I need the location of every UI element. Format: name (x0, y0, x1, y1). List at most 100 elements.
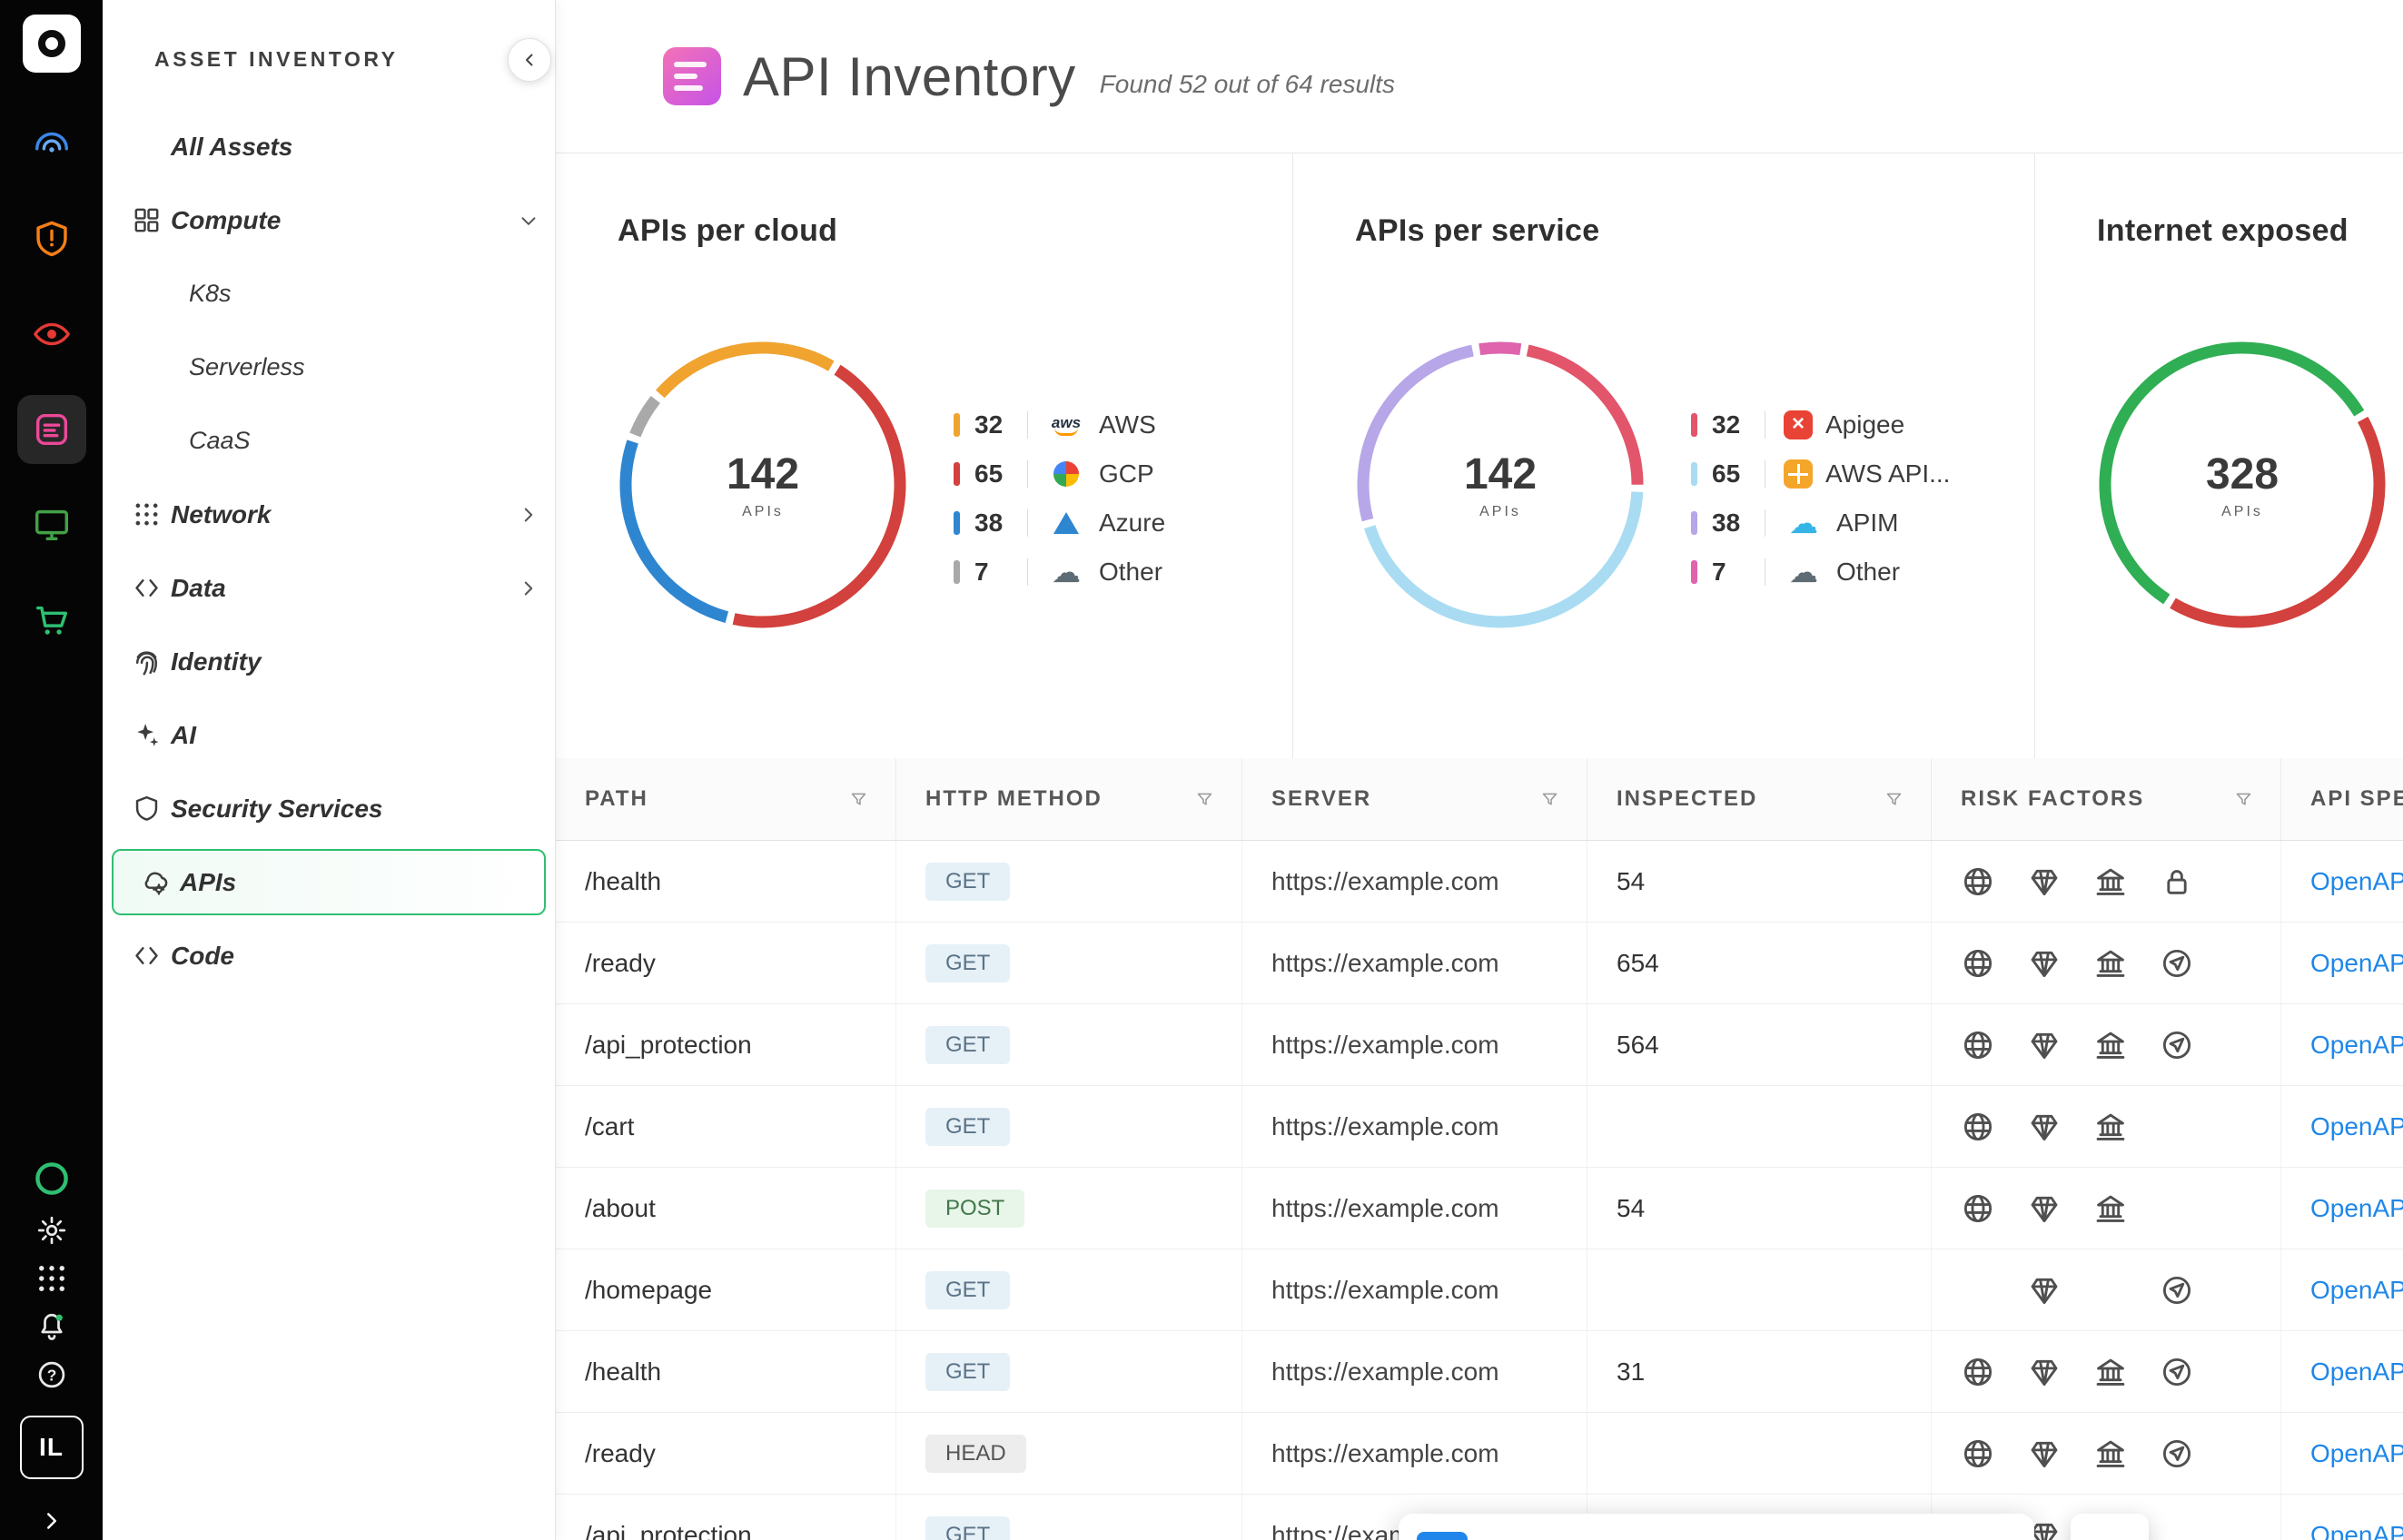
building-risk-icon[interactable] (2093, 1436, 2160, 1471)
radar-icon[interactable] (17, 109, 86, 178)
legend-item[interactable]: 65GCP (954, 449, 1165, 499)
bell-icon[interactable] (35, 1310, 68, 1343)
globe-risk-icon[interactable] (1961, 864, 2027, 899)
risk-factors-cell (1931, 1168, 2280, 1249)
building-risk-icon[interactable] (2093, 864, 2160, 899)
chevron-right-icon[interactable] (517, 577, 540, 600)
page-button-active[interactable]: 1 (1417, 1532, 1468, 1540)
help-icon[interactable]: ? (35, 1358, 68, 1391)
page-size-select[interactable] (2071, 1514, 2149, 1540)
sidebar-item-apis[interactable]: APIs (112, 849, 546, 915)
legend-color-tick (1691, 511, 1697, 535)
legend-item[interactable]: 7Other (954, 548, 1165, 597)
send-risk-icon[interactable] (2160, 946, 2226, 981)
sidebar-item-serverless[interactable]: Serverless (103, 331, 555, 404)
api-spec-link[interactable]: OpenAPI (2310, 1031, 2403, 1060)
expand-rail-chevron-icon[interactable] (38, 1507, 65, 1535)
gem-risk-icon[interactable] (2027, 1355, 2093, 1389)
api-spec-link[interactable]: OpenAPI (2310, 1357, 2403, 1387)
dots-icon (132, 499, 163, 529)
table-row[interactable]: /homepageGEThttps://example.comOpenAPI (556, 1249, 2403, 1331)
chart-title: APIs per cloud (618, 213, 1292, 249)
legend-item[interactable]: 65AWS API... (1691, 449, 1950, 499)
page-button[interactable]: … (1602, 1532, 1653, 1540)
sidebar-item-caas[interactable]: CaaS (103, 404, 555, 478)
gem-risk-icon[interactable] (2027, 946, 2093, 981)
send-risk-icon[interactable] (2160, 1028, 2226, 1062)
table-row[interactable]: /aboutPOSThttps://example.com54OpenAPI (556, 1168, 2403, 1249)
globe-risk-icon[interactable] (1961, 946, 2027, 981)
filter-funnel-icon[interactable] (849, 790, 868, 809)
send-risk-icon[interactable] (2160, 1355, 2226, 1389)
shield-icon[interactable] (17, 204, 86, 273)
gem-risk-icon[interactable] (2027, 1273, 2093, 1308)
table-row[interactable]: /cartGEThttps://example.comOpenAPI (556, 1086, 2403, 1168)
legend-item[interactable]: 38Azure (954, 499, 1165, 548)
api-spec-link[interactable]: OpenAPI (2310, 1439, 2403, 1468)
legend-item[interactable]: 32Apigee (1691, 400, 1950, 449)
send-risk-icon[interactable] (2160, 1273, 2226, 1308)
sidebar-item-network[interactable]: Network (103, 478, 555, 551)
gem-risk-icon[interactable] (2027, 1436, 2093, 1471)
building-risk-icon[interactable] (2093, 1191, 2160, 1226)
sidebar-item-security-services[interactable]: Security Services (103, 772, 555, 845)
api-doc-icon[interactable] (17, 395, 86, 464)
api-table: PATHHTTP METHODSERVERINSPECTEDRISK FACTO… (556, 758, 2403, 1540)
sidebar-item-code[interactable]: Code (103, 919, 555, 992)
gem-risk-icon[interactable] (2027, 1191, 2093, 1226)
gem-risk-icon[interactable] (2027, 1110, 2093, 1144)
chevron-right-icon[interactable] (517, 503, 540, 527)
legend-item[interactable]: 32awsAWS (954, 400, 1165, 449)
building-risk-icon[interactable] (2093, 1355, 2160, 1389)
apps-grid-icon[interactable] (35, 1262, 68, 1295)
page-button[interactable]: 2 (1478, 1532, 1529, 1540)
building-risk-icon[interactable] (2093, 1028, 2160, 1062)
orca-logo[interactable] (23, 15, 81, 73)
collapse-sidebar-button[interactable] (508, 38, 551, 82)
lock-risk-icon[interactable] (2160, 864, 2226, 899)
globe-risk-icon[interactable] (1961, 1436, 2027, 1471)
chart-card: Internet exposed 328 APIs (2034, 153, 2403, 758)
sidebar-item-k8s[interactable]: K8s (103, 257, 555, 331)
table-row[interactable]: /healthGEThttps://example.com31OpenAPI (556, 1331, 2403, 1413)
api-spec-link[interactable]: OpenAPI (2310, 1521, 2403, 1540)
user-initials-button[interactable]: IL (20, 1416, 84, 1479)
legend-item[interactable]: 38APIM (1691, 499, 1950, 548)
filter-funnel-icon[interactable] (1195, 790, 1214, 809)
api-spec-link[interactable]: OpenAPI (2310, 867, 2403, 896)
globe-risk-icon[interactable] (1961, 1355, 2027, 1389)
globe-risk-icon[interactable] (1961, 1191, 2027, 1226)
globe-risk-icon[interactable] (1961, 1028, 2027, 1062)
gem-risk-icon[interactable] (2027, 1028, 2093, 1062)
sidebar-item-ai[interactable]: AI (103, 698, 555, 772)
filter-funnel-icon[interactable] (1884, 790, 1904, 809)
building-risk-icon[interactable] (2093, 946, 2160, 981)
legend-item[interactable]: 7Other (1691, 548, 1950, 597)
filter-funnel-icon[interactable] (2234, 790, 2253, 809)
send-risk-icon[interactable] (2160, 1436, 2226, 1471)
table-row[interactable]: /readyGEThttps://example.com654OpenAPI (556, 923, 2403, 1004)
monitor-icon[interactable] (17, 490, 86, 559)
page-button[interactable]: 3 (1540, 1532, 1591, 1540)
sidebar-item-data[interactable]: Data (103, 551, 555, 625)
sidebar-item-compute[interactable]: Compute (103, 183, 555, 257)
api-spec-link[interactable]: OpenAPI (2310, 949, 2403, 978)
sidebar-item-all-assets[interactable]: All Assets (103, 110, 555, 183)
orca-ring-icon[interactable] (32, 1159, 72, 1199)
api-spec-link[interactable]: OpenAPI (2310, 1276, 2403, 1305)
api-spec-link[interactable]: OpenAPI (2310, 1112, 2403, 1141)
table-row[interactable]: /readyHEADhttps://example.comOpenAPI (556, 1413, 2403, 1495)
cart-icon[interactable] (17, 586, 86, 655)
gem-risk-icon[interactable] (2027, 864, 2093, 899)
table-row[interactable]: /healthGEThttps://example.com54OpenAPI (556, 841, 2403, 923)
gear-icon[interactable] (35, 1214, 68, 1247)
table-row[interactable]: /api_protectionGEThttps://example.com564… (556, 1004, 2403, 1086)
filter-funnel-icon[interactable] (1540, 790, 1559, 809)
api-spec-link[interactable]: OpenAPI (2310, 1194, 2403, 1223)
building-risk-icon[interactable] (2093, 1110, 2160, 1144)
eye-icon[interactable] (17, 300, 86, 369)
column-header-server: SERVER (1241, 758, 1587, 840)
chevron-down-icon[interactable] (517, 209, 540, 232)
globe-risk-icon[interactable] (1961, 1110, 2027, 1144)
sidebar-item-identity[interactable]: Identity (103, 625, 555, 698)
